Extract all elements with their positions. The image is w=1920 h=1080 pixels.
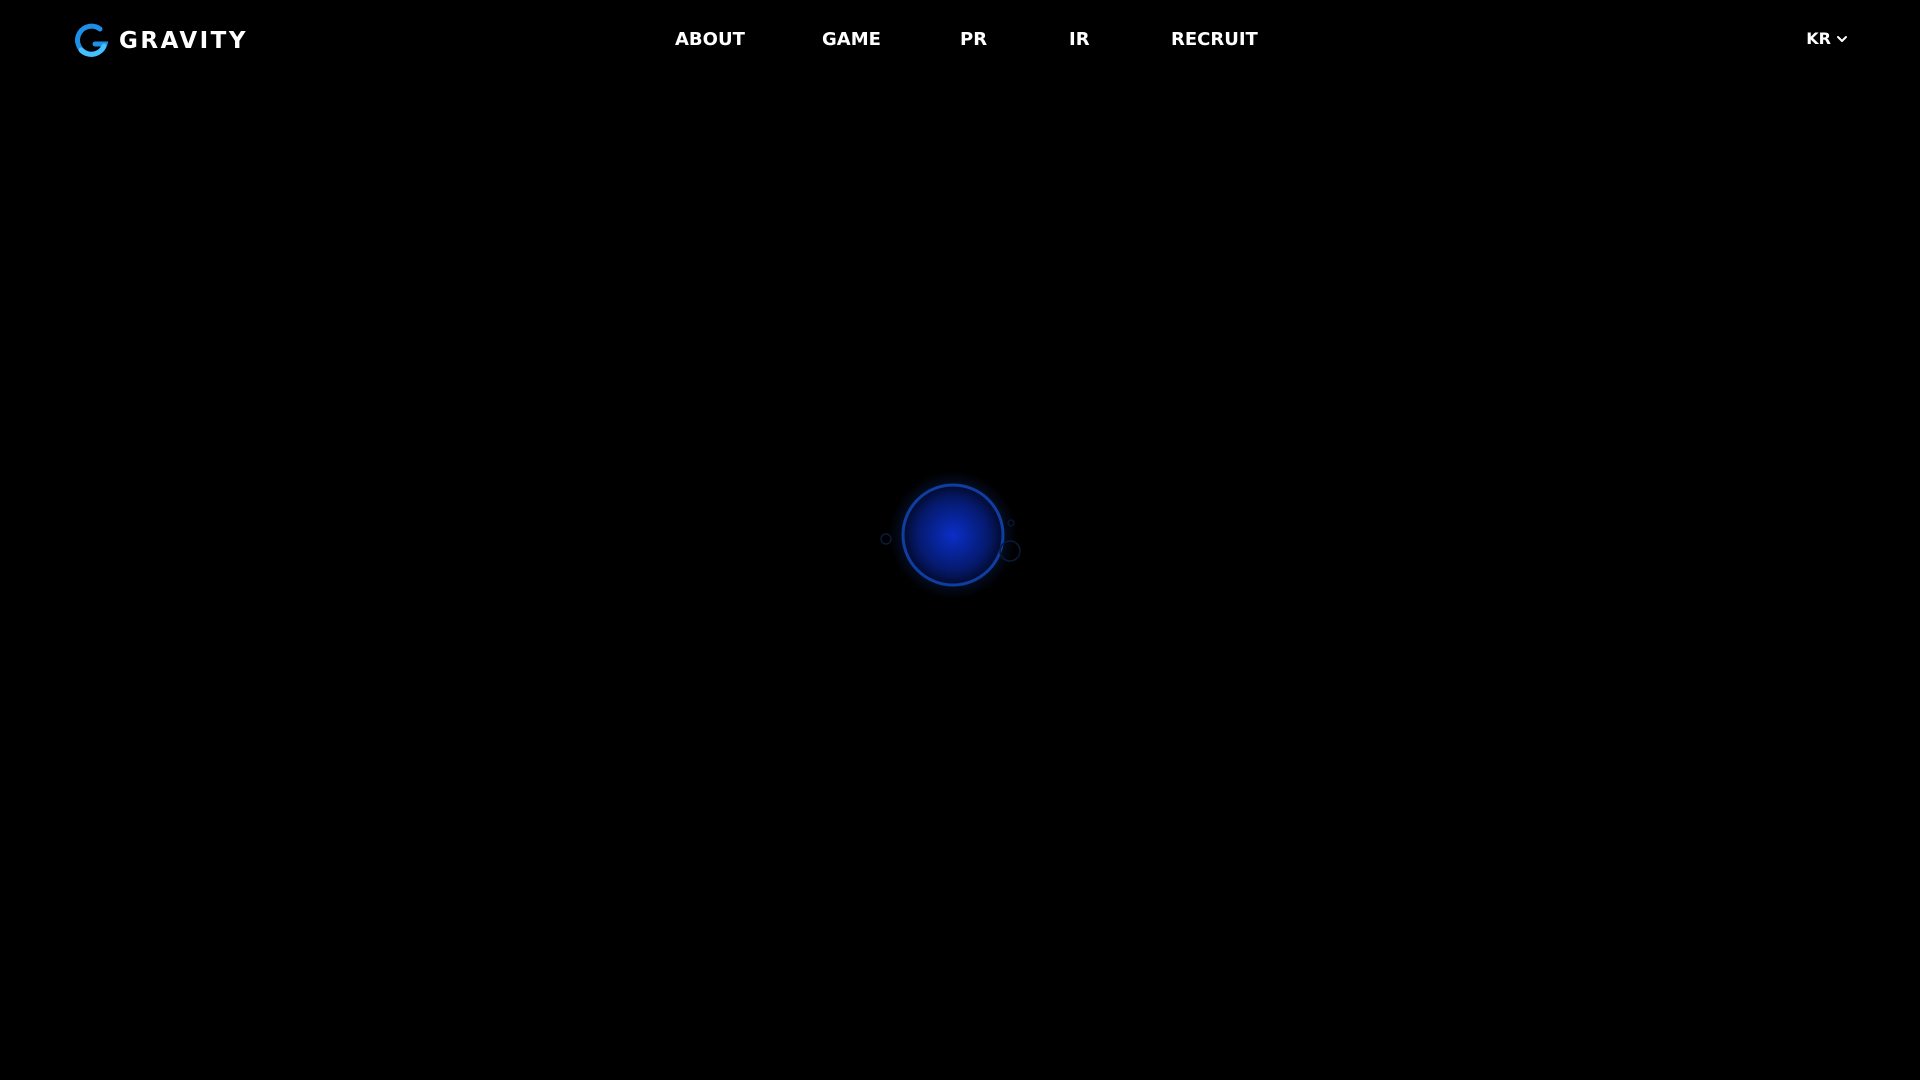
nav-item-pr[interactable]: PR [960,27,987,53]
language-selector[interactable]: KR [1806,27,1848,51]
nav-item-about[interactable]: ABOUT [675,27,745,53]
glowing-orb-loading-icon [880,471,1021,599]
language-label: KR [1806,29,1831,48]
chevron-down-icon [1837,36,1847,42]
loading-indicator [870,470,1040,600]
nav-item-ir[interactable]: IR [1069,27,1090,53]
site-header: GRAVITY ABOUT GAME PR IR RECRUIT KR [0,0,1920,80]
main-nav: ABOUT GAME PR IR RECRUIT [0,27,1920,53]
nav-item-recruit[interactable]: RECRUIT [1171,27,1258,53]
nav-item-game[interactable]: GAME [822,27,881,53]
